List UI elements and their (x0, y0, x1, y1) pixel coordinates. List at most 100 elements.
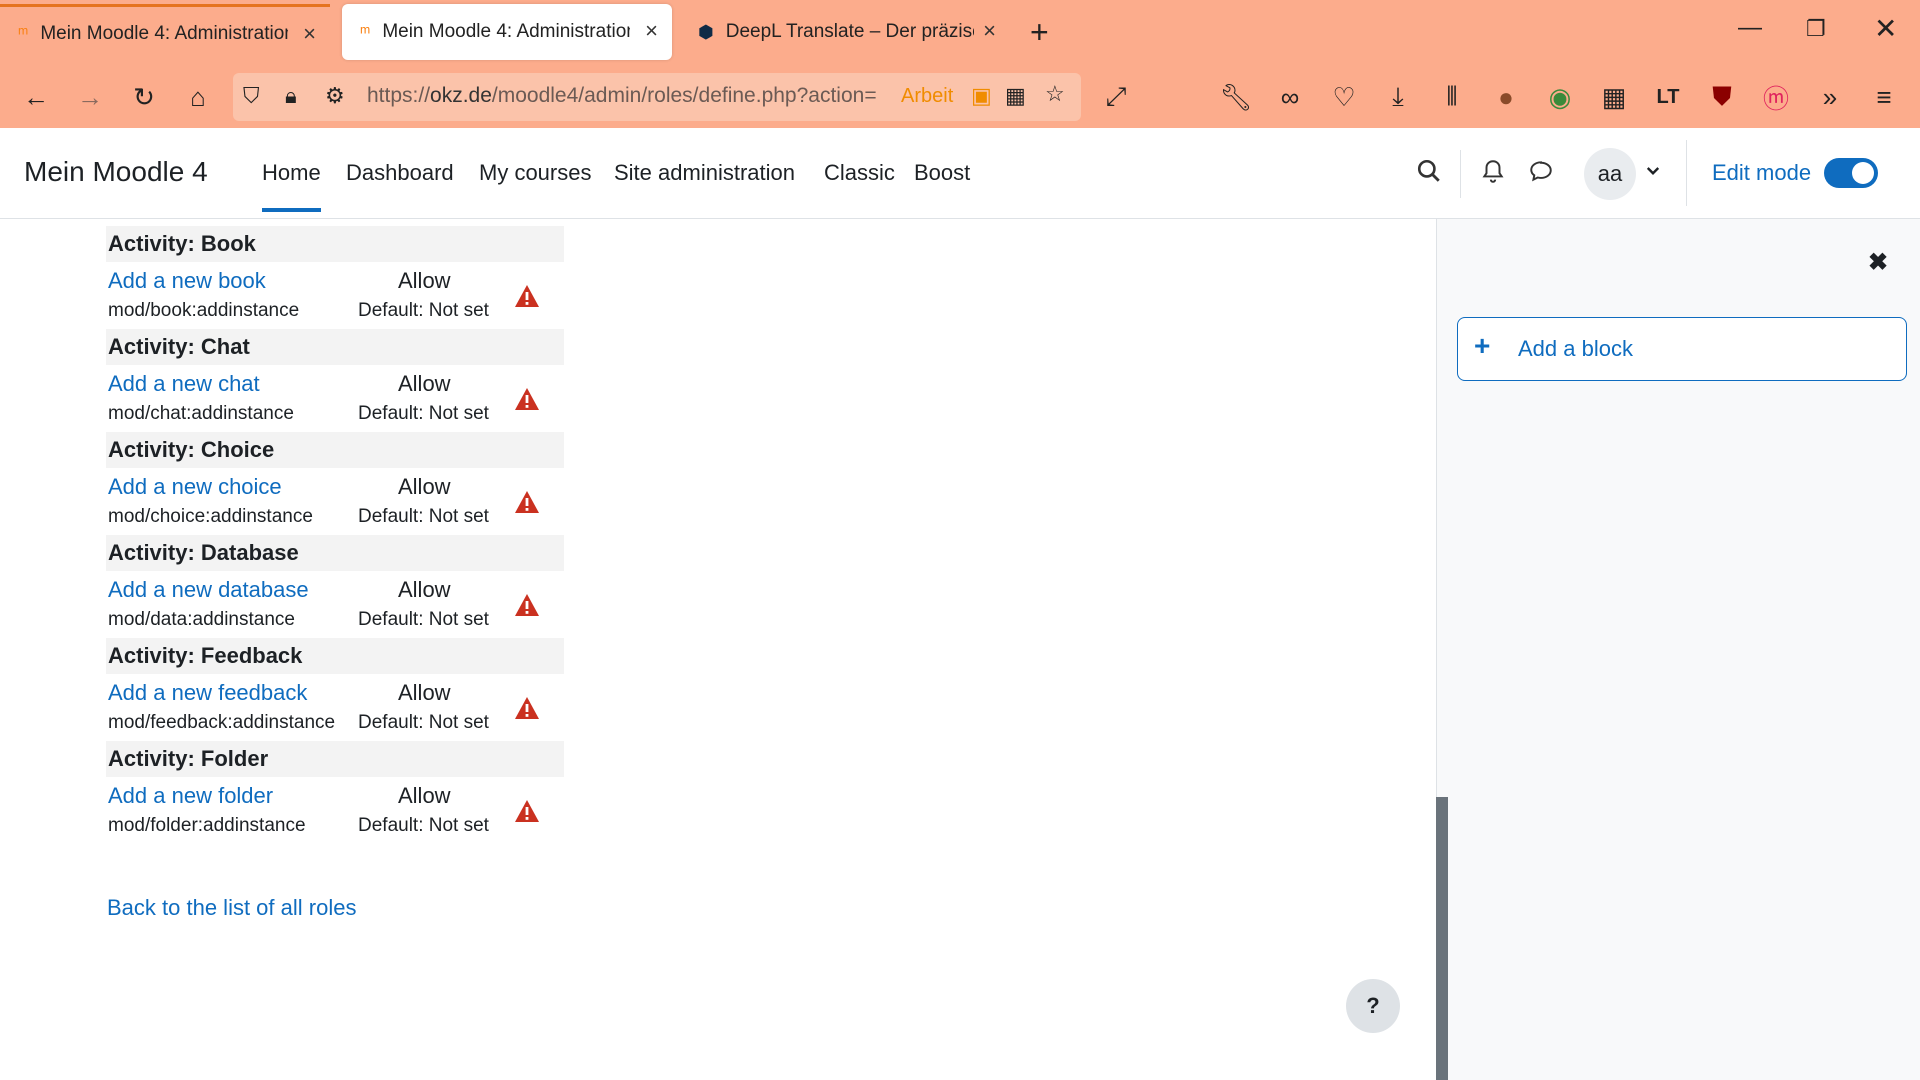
nav-classic[interactable]: Classic (824, 160, 895, 186)
m-extension-icon[interactable]: ⓜ (1756, 78, 1796, 116)
profile-extension-icon[interactable]: ● (1486, 78, 1526, 116)
close-tab-icon[interactable]: × (983, 18, 996, 44)
plus-icon: + (1474, 330, 1491, 361)
capability-section-header: Activity: Chat (106, 329, 564, 365)
url-bar[interactable]: ⛉ 🔒︎ ⚙ https://okz.de/moodle4/admin/role… (233, 73, 1081, 121)
shield-icon[interactable]: ⛉ (243, 83, 260, 109)
reload-icon[interactable]: ↻ (124, 78, 164, 116)
capability-link[interactable]: Add a new feedback (108, 680, 307, 706)
user-menu-chevron-down-icon[interactable] (1644, 162, 1662, 185)
private-mask-icon[interactable]: ∞ (1270, 78, 1310, 116)
url-path: /moodle4/admin/roles/define.php?action= (491, 84, 877, 107)
close-tab-icon[interactable]: × (303, 21, 316, 47)
avatar[interactable]: aa (1584, 148, 1636, 200)
moodle-favicon-icon: ᵐ (18, 23, 29, 43)
moodle-header: Mein Moodle 4 Home Dashboard My courses … (0, 128, 1920, 219)
scrollbar[interactable] (1436, 797, 1448, 1080)
search-icon[interactable] (1416, 158, 1442, 191)
risk-warning-icon (515, 697, 539, 719)
capability-link[interactable]: Add a new book (108, 268, 266, 294)
close-tab-icon[interactable]: × (645, 18, 658, 44)
permission-value: Allow (398, 577, 451, 602)
forward-arrow-icon[interactable]: → (70, 78, 110, 116)
tab-title: Mein Moodle 4: Administration (382, 21, 631, 42)
permission-value: Allow (398, 474, 451, 499)
permission-value: Allow (398, 371, 451, 396)
capability-name: mod/choice:addinstance (108, 506, 313, 527)
browser-toolbar: ← → ↻ ⌂ ⛉ 🔒︎ ⚙ https://okz.de/moodle4/ad… (0, 66, 1920, 128)
nav-site-administration[interactable]: Site administration (614, 160, 795, 186)
browser-tab-bar: ᵐ Mein Moodle 4: Administration × ᵐ Mein… (0, 0, 1920, 66)
browser-tab-3[interactable]: ⬢ DeepL Translate – Der präziseste × (680, 4, 1010, 60)
site-brand[interactable]: Mein Moodle 4 (24, 156, 208, 188)
capability-section-header: Activity: Database (106, 535, 564, 571)
toggle-knob (1852, 162, 1874, 184)
capability-name: mod/feedback:addinstance (108, 712, 336, 733)
home-icon[interactable]: ⌂ (178, 78, 218, 116)
capability-section-header: Activity: Feedback (106, 638, 564, 674)
default-permission: Default: Not set (358, 506, 489, 527)
extension-grid-icon[interactable]: ▦ (1005, 83, 1026, 109)
risk-warning-icon (515, 285, 539, 307)
section-label: Activity: Folder (108, 746, 269, 771)
section-label: Activity: Database (108, 540, 299, 565)
wrench-icon[interactable]: 🔧︎ (1216, 78, 1256, 116)
download-icon[interactable]: ⤓ (1378, 78, 1418, 116)
risk-warning-icon (515, 491, 539, 513)
section-label: Activity: Choice (108, 437, 275, 462)
tab-title: Mein Moodle 4: Administration (40, 22, 289, 44)
risk-warning-icon (515, 594, 539, 616)
container-label[interactable]: Arbeit (901, 85, 953, 108)
restore-window-icon[interactable]: ❐ (1806, 16, 1826, 42)
capability-link[interactable]: Add a new database (108, 577, 309, 603)
back-to-roles-link[interactable]: Back to the list of all roles (107, 895, 356, 921)
fullscreen-icon[interactable]: ⤢ (1096, 78, 1136, 116)
library-icon[interactable]: ⫴ (1432, 78, 1472, 116)
capability-link[interactable]: Add a new choice (108, 474, 282, 500)
help-button[interactable]: ? (1346, 979, 1400, 1033)
browser-tab-1[interactable]: ᵐ Mein Moodle 4: Administration × (0, 4, 330, 60)
ublock-icon[interactable]: ⛊ (1702, 78, 1742, 116)
pocket-icon[interactable]: ♡ (1324, 78, 1364, 116)
permissions-icon[interactable]: ⚙ (325, 83, 345, 109)
back-arrow-icon[interactable]: ← (16, 78, 56, 116)
languagetool-icon[interactable]: LT (1648, 78, 1688, 116)
default-permission: Default: Not set (358, 815, 489, 836)
tab-title: DeepL Translate – Der präziseste (725, 21, 974, 42)
nav-boost[interactable]: Boost (914, 160, 970, 186)
capability-name: mod/folder:addinstance (108, 815, 306, 836)
grid-extension-icon[interactable]: ▦ (1594, 78, 1634, 116)
default-permission: Default: Not set (358, 609, 489, 630)
default-permission: Default: Not set (358, 300, 489, 321)
add-block-button[interactable]: + Add a block (1457, 317, 1907, 381)
risk-warning-icon (515, 800, 539, 822)
capability-name: mod/data:addinstance (108, 609, 295, 630)
risk-warning-icon (515, 388, 539, 410)
minimize-window-icon[interactable]: — (1738, 14, 1762, 42)
nav-my-courses[interactable]: My courses (479, 160, 591, 186)
moodle-favicon-icon: ᵐ (360, 21, 371, 42)
bookmark-star-icon[interactable]: ☆ (1045, 81, 1065, 107)
browser-tab-2[interactable]: ᵐ Mein Moodle 4: Administration × (342, 4, 672, 60)
header-divider (1460, 150, 1461, 198)
nav-home[interactable]: Home (262, 160, 321, 212)
section-label: Activity: Feedback (108, 643, 303, 668)
capability-link[interactable]: Add a new chat (108, 371, 260, 397)
permission-value: Allow (398, 268, 451, 293)
hamburger-menu-icon[interactable]: ≡ (1864, 78, 1904, 116)
edit-mode-toggle[interactable] (1824, 158, 1878, 188)
more-tools-icon[interactable]: » (1810, 78, 1850, 116)
default-permission: Default: Not set (358, 403, 489, 424)
edit-mode-label[interactable]: Edit mode (1712, 160, 1811, 186)
new-tab-icon[interactable]: + (1030, 14, 1049, 51)
section-label: Activity: Chat (108, 334, 250, 359)
url-text[interactable]: https://okz.de/moodle4/admin/roles/defin… (367, 84, 887, 108)
lock-icon[interactable]: 🔒︎ (285, 83, 297, 109)
green-extension-icon[interactable]: ◉ (1540, 78, 1580, 116)
nav-dashboard[interactable]: Dashboard (346, 160, 454, 186)
capability-link[interactable]: Add a new folder (108, 783, 273, 809)
messages-bubble-icon[interactable] (1528, 158, 1554, 191)
close-window-icon[interactable]: ✕ (1874, 12, 1897, 45)
close-drawer-icon[interactable]: ✖ (1868, 248, 1888, 277)
notifications-bell-icon[interactable] (1480, 158, 1506, 191)
